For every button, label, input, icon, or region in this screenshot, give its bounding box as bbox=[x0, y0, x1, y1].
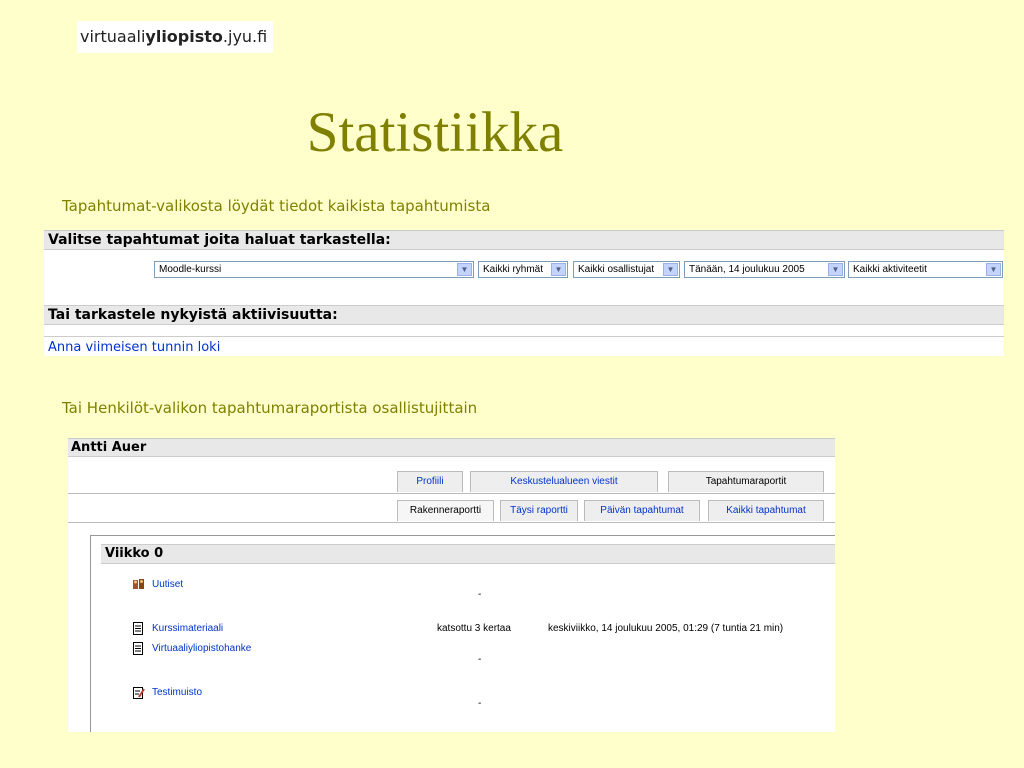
chevron-down-icon: ▼ bbox=[551, 263, 566, 276]
events-heading: Valitse tapahtumat joita haluat tarkaste… bbox=[44, 230, 1004, 250]
logo-prefix: virtuaali bbox=[80, 27, 146, 46]
chevron-down-icon: ▼ bbox=[828, 263, 843, 276]
item-dash: - bbox=[478, 654, 482, 665]
groups-select-value: Kaikki ryhmät bbox=[483, 264, 544, 275]
slide-title: Statistiikka bbox=[306, 101, 564, 164]
last-hour-log-link[interactable]: Anna viimeisen tunnin loki bbox=[48, 340, 220, 355]
site-logo: virtuaaliyliopisto.jyu.fi bbox=[77, 21, 273, 53]
events-panel: Valitse tapahtumat joita haluat tarkaste… bbox=[44, 230, 1004, 356]
tab-profile[interactable]: Profiili bbox=[397, 471, 463, 492]
edit-document-icon bbox=[133, 687, 145, 699]
course-select-value: Moodle-kurssi bbox=[159, 264, 222, 275]
divider bbox=[44, 336, 1004, 337]
logo-suffix: .jyu.fi bbox=[222, 27, 268, 46]
item-last-access: keskiviikko, 14 joulukuu 2005, 01:29 (7 … bbox=[548, 623, 784, 634]
date-select-value: Tänään, 14 joulukuu 2005 bbox=[689, 264, 805, 275]
tab-divider bbox=[68, 522, 835, 523]
tab-forum-posts[interactable]: Keskustelualueen viestit bbox=[470, 471, 658, 492]
item-dash: - bbox=[478, 698, 482, 709]
item-dash: - bbox=[478, 589, 482, 600]
tab-divider bbox=[68, 493, 835, 494]
chevron-down-icon: ▼ bbox=[986, 263, 1001, 276]
activities-select[interactable]: Kaikki aktiviteetit ▼ bbox=[848, 261, 1003, 278]
document-icon bbox=[133, 642, 143, 655]
tab-full-report[interactable]: Täysi raportti bbox=[500, 500, 578, 521]
item-link-course-material[interactable]: Kurssimateriaali bbox=[152, 623, 223, 634]
caption-events: Tapahtumat-valikosta löydät tiedot kaiki… bbox=[62, 197, 491, 215]
tab-activity-reports[interactable]: Tapahtumaraportit bbox=[668, 471, 824, 492]
participants-select[interactable]: Kaikki osallistujat ▼ bbox=[573, 261, 680, 278]
user-report-panel: Antti Auer Profiili Keskustelualueen vie… bbox=[68, 438, 835, 732]
tab-outline-report[interactable]: Rakenneraportti bbox=[397, 500, 494, 521]
course-select[interactable]: Moodle-kurssi ▼ bbox=[154, 261, 474, 278]
item-link-testimuisto[interactable]: Testimuisto bbox=[152, 687, 202, 698]
chevron-down-icon: ▼ bbox=[663, 263, 678, 276]
chevron-down-icon: ▼ bbox=[457, 263, 472, 276]
activities-select-value: Kaikki aktiviteetit bbox=[853, 264, 927, 275]
document-icon bbox=[133, 622, 143, 635]
week-title: Viikko 0 bbox=[101, 544, 835, 564]
user-name: Antti Auer bbox=[68, 438, 835, 457]
tab-all-events[interactable]: Kaikki tapahtumat bbox=[708, 500, 824, 521]
item-link-news[interactable]: Uutiset bbox=[152, 579, 183, 590]
forum-icon bbox=[133, 579, 144, 589]
item-views: katsottu 3 kertaa bbox=[437, 623, 511, 634]
participants-select-value: Kaikki osallistujat bbox=[578, 264, 655, 275]
item-link-virtual-university[interactable]: Virtuaaliyliopistohanke bbox=[152, 643, 251, 654]
date-select[interactable]: Tänään, 14 joulukuu 2005 ▼ bbox=[684, 261, 845, 278]
logo-bold: yliopisto bbox=[145, 27, 223, 46]
groups-select[interactable]: Kaikki ryhmät ▼ bbox=[478, 261, 568, 278]
tab-day-events[interactable]: Päivän tapahtumat bbox=[584, 500, 700, 521]
caption-participants: Tai Henkilöt-valikon tapahtumaraportista… bbox=[62, 399, 478, 417]
activity-heading: Tai tarkastele nykyistä aktiivisuutta: bbox=[44, 305, 1004, 325]
